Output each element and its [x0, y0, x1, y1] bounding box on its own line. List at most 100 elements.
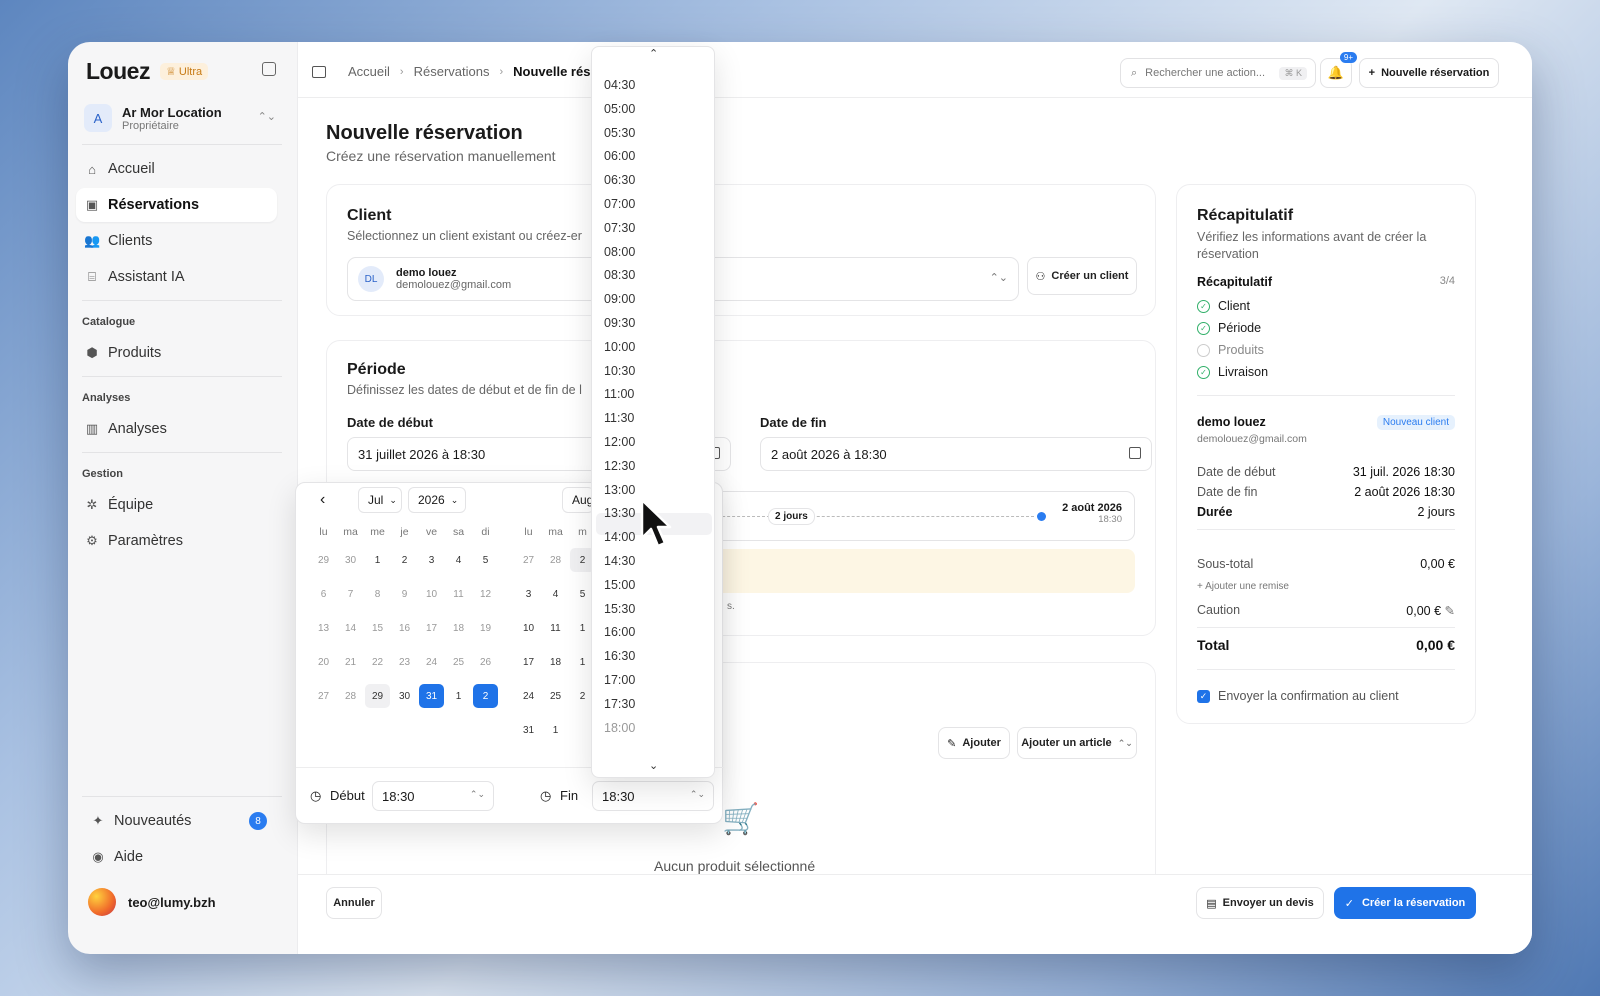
day-cell[interactable]: 27	[310, 679, 337, 713]
day-cell[interactable]: 30	[391, 679, 418, 713]
sidebar-item-clients[interactable]: 👥 Clients	[76, 224, 277, 258]
time-option[interactable]: 08:00	[604, 245, 635, 259]
day-cell[interactable]: 13	[310, 611, 337, 645]
day-cell[interactable]: 25	[445, 645, 472, 679]
day-cell[interactable]: 23	[391, 645, 418, 679]
end-time-select[interactable]: 18:30 ⌃⌄	[592, 781, 714, 811]
time-option[interactable]: 09:00	[604, 292, 635, 306]
time-option[interactable]: 17:00	[604, 673, 635, 687]
notifications-button[interactable]: 🔔 9+	[1320, 52, 1357, 88]
pencil-icon[interactable]: ✎	[1445, 604, 1455, 618]
time-option[interactable]: 10:30	[604, 364, 635, 378]
day-cell[interactable]: 24	[515, 679, 542, 713]
chevron-up-icon[interactable]: ⌃	[649, 47, 658, 60]
day-cell[interactable]: 20	[310, 645, 337, 679]
day-cell[interactable]: 19	[472, 611, 499, 645]
day-cell[interactable]: 8	[364, 577, 391, 611]
year-select[interactable]: 2026 ⌄	[408, 487, 466, 513]
time-option[interactable]: 14:30	[604, 554, 635, 568]
day-cell[interactable]: 27	[515, 543, 542, 577]
day-cell[interactable]: 26	[472, 645, 499, 679]
day-cell[interactable]: 5	[472, 543, 499, 577]
time-option[interactable]: 06:00	[604, 149, 635, 163]
day-cell[interactable]: 7	[337, 577, 364, 611]
day-cell[interactable]: 4	[542, 577, 569, 611]
time-option[interactable]: 05:00	[604, 102, 635, 116]
time-option[interactable]: 08:30	[604, 268, 635, 282]
chevron-down-icon[interactable]: ⌄	[649, 759, 658, 772]
time-option[interactable]: 09:30	[604, 316, 635, 330]
time-option[interactable]: 04:30	[604, 78, 635, 92]
time-option[interactable]: 18:00	[604, 721, 635, 735]
day-cell[interactable]: 24	[418, 645, 445, 679]
day-cell[interactable]: 15	[364, 611, 391, 645]
time-option[interactable]: 07:00	[604, 197, 635, 211]
sidebar-item-accueil[interactable]: ⌂ Accueil	[76, 152, 277, 186]
day-cell[interactable]: 10	[515, 611, 542, 645]
brand[interactable]: Louez ♕ Ultra	[86, 58, 209, 85]
day-cell[interactable]: 3	[418, 543, 445, 577]
time-option[interactable]: 11:30	[604, 411, 634, 425]
day-cell[interactable]: 2	[473, 684, 498, 708]
day-cell[interactable]: 3	[515, 577, 542, 611]
create-reservation-button[interactable]: ✓ Créer la réservation	[1334, 887, 1476, 919]
end-date-input[interactable]: 2 août 2026 à 18:30	[760, 437, 1152, 471]
time-option[interactable]: 13:00	[604, 483, 635, 497]
day-cell[interactable]: 30	[337, 543, 364, 577]
day-cell[interactable]: 31	[515, 713, 542, 747]
add-discount-link[interactable]: + Ajouter une remise	[1197, 581, 1289, 592]
day-cell[interactable]: 10	[418, 577, 445, 611]
time-option[interactable]: 11:00	[604, 387, 634, 401]
sidebar-item-equipe[interactable]: ✲ Équipe	[76, 488, 277, 522]
sidebar-item-assistant[interactable]: ⌸ Assistant IA	[76, 260, 277, 294]
time-option[interactable]: 16:00	[604, 625, 635, 639]
day-cell[interactable]: 17	[515, 645, 542, 679]
day-cell[interactable]: 1	[364, 543, 391, 577]
day-cell[interactable]: 22	[364, 645, 391, 679]
day-cell[interactable]: 29	[365, 684, 390, 708]
breadcrumb-reservations[interactable]: Réservations	[414, 64, 490, 79]
day-cell[interactable]: 9	[391, 577, 418, 611]
time-option[interactable]: 15:30	[604, 602, 635, 616]
sidebar-item-nouveautes[interactable]: ✦ Nouveautés 8	[82, 804, 277, 838]
sidebar-item-reservations[interactable]: ▣ Réservations	[76, 188, 277, 222]
time-option[interactable]: 16:30	[604, 649, 635, 663]
day-cell[interactable]: 16	[391, 611, 418, 645]
day-cell[interactable]: 28	[337, 679, 364, 713]
external-link-icon[interactable]	[262, 62, 276, 76]
day-cell[interactable]: 11	[445, 577, 472, 611]
add-article-select[interactable]: Ajouter un article ⌃⌄	[1017, 727, 1137, 759]
time-option[interactable]: 10:00	[604, 340, 635, 354]
time-option[interactable]: 07:30	[604, 221, 635, 235]
day-cell[interactable]: 11	[542, 611, 569, 645]
user-menu[interactable]: teo@lumy.bzh	[88, 888, 216, 916]
day-cell[interactable]: 21	[337, 645, 364, 679]
chevron-left-icon[interactable]: ‹	[320, 491, 325, 509]
sidebar-item-analyses[interactable]: ▥ Analyses	[76, 412, 277, 446]
day-cell[interactable]: 17	[418, 611, 445, 645]
sidebar-toggle-icon[interactable]	[312, 66, 326, 78]
day-cell[interactable]: 29	[310, 543, 337, 577]
create-client-button[interactable]: ⚇ Créer un client	[1027, 257, 1137, 295]
day-cell[interactable]: 2	[391, 543, 418, 577]
send-quote-button[interactable]: ▤ Envoyer un devis	[1196, 887, 1324, 919]
time-option[interactable]: 17:30	[604, 697, 635, 711]
day-cell[interactable]: 6	[310, 577, 337, 611]
day-cell[interactable]: 18	[542, 645, 569, 679]
day-cell[interactable]: 31	[419, 684, 444, 708]
time-option[interactable]: 15:00	[604, 578, 635, 592]
sidebar-item-produits[interactable]: ⬢ Produits	[76, 336, 277, 370]
day-cell[interactable]: 18	[445, 611, 472, 645]
sidebar-item-parametres[interactable]: ⚙ Paramètres	[76, 524, 277, 558]
month-select[interactable]: Jul ⌄	[358, 487, 402, 513]
day-cell[interactable]: 1	[445, 679, 472, 713]
day-cell[interactable]: 1	[542, 713, 569, 747]
new-reservation-button[interactable]: + Nouvelle réservation	[1359, 58, 1499, 88]
time-option[interactable]: 14:00	[604, 530, 635, 544]
cancel-button[interactable]: Annuler	[326, 887, 382, 919]
search-input[interactable]: ⌕ Rechercher une action... ⌘ K	[1120, 58, 1316, 88]
time-option[interactable]: 12:00	[604, 435, 635, 449]
day-cell[interactable]: 25	[542, 679, 569, 713]
send-confirmation-checkbox[interactable]: ✓ Envoyer la confirmation au client	[1197, 689, 1399, 703]
sidebar-item-aide[interactable]: ◉ Aide	[82, 840, 277, 874]
